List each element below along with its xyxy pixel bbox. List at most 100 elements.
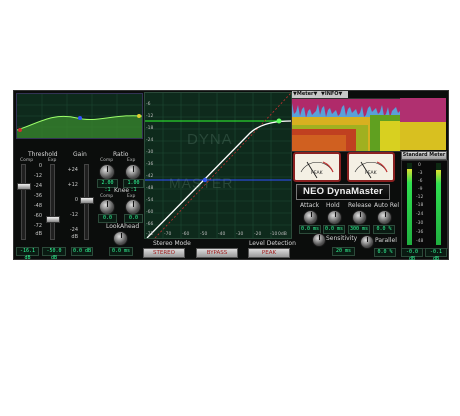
info-tab[interactable]: ▼INFO▼ [321, 91, 342, 97]
lookahead-knob[interactable] [113, 231, 128, 246]
level-detection-button[interactable]: PEAK [248, 248, 290, 258]
meter-tick: -3 [418, 171, 423, 176]
y-tick: -12 [146, 114, 154, 119]
release-knob[interactable] [352, 210, 367, 225]
ratio-exp-knob[interactable] [125, 164, 141, 180]
eq-curve-graph [17, 94, 142, 138]
attack-knob[interactable] [303, 210, 318, 225]
dynamaster-plugin-window: Threshold Gain Ratio Comp Exp 0 -12 -24 … [13, 90, 449, 262]
meter-tick: -48 [416, 239, 424, 244]
meter-tick: -36 [416, 230, 424, 235]
knee-label: Knee [114, 187, 130, 194]
scale-tick: dB [71, 234, 78, 240]
scale-tick: -24 [69, 227, 78, 233]
threshold-comp-readout[interactable]: -16.1 dB [16, 247, 39, 261]
eq-band-high-handle [137, 114, 141, 118]
threshold-comp-slider-handle[interactable] [17, 183, 31, 190]
scale-tick: 0 [74, 197, 78, 203]
threshold-label: Threshold [28, 151, 58, 158]
sidechain-eq-display[interactable] [16, 93, 143, 139]
knee-comp-knob[interactable] [99, 199, 115, 215]
scale-tick: +24 [67, 167, 78, 173]
bypass-button[interactable]: BYPASS [196, 248, 238, 258]
output-left-readout: -0.0 dB [401, 248, 423, 262]
scale-tick: 0 [38, 163, 42, 169]
y-tick: -54 [146, 198, 154, 203]
hold-readout[interactable]: 0.0 ms [323, 225, 345, 234]
scale-tick: +12 [67, 182, 78, 188]
meter-tab[interactable]: ▼Meter▼ [293, 91, 317, 97]
x-tick: -40 [218, 232, 226, 237]
sensitivity-knob[interactable] [312, 233, 326, 247]
vu-meter-left: PEAK [293, 152, 341, 182]
meter-tick: -30 [416, 221, 424, 226]
y-tick: -6 [146, 102, 151, 107]
release-readout[interactable]: 300 ms [348, 225, 370, 234]
threshold-comp-slider-track[interactable] [21, 164, 26, 240]
transfer-curve-display[interactable]: DYNA MASTER -6 -12 -18 -24 -30 -36 -42 -… [144, 92, 292, 239]
hold-knob[interactable] [327, 210, 342, 225]
sensitivity-readout[interactable]: 20 ms [332, 247, 355, 256]
y-tick: -60 [146, 210, 154, 215]
output-meter-right [436, 163, 441, 245]
y-tick: -42 [146, 174, 154, 179]
vu-left-dial [300, 161, 334, 179]
stereo-mode-button[interactable]: STEREO [143, 248, 185, 258]
scale-tick: -72 [33, 223, 42, 229]
scale-tick: -48 [33, 203, 42, 209]
meter-tick: -6 [418, 179, 423, 184]
lookahead-readout[interactable]: 0.0 ms [109, 247, 133, 256]
parallel-knob[interactable] [360, 235, 374, 249]
y-tick: -30 [146, 150, 154, 155]
watermark-bottom: MASTER [169, 175, 234, 191]
knee-comp-readout[interactable]: 0.0 [98, 214, 117, 223]
scale-tick: dB [35, 231, 42, 237]
threshold-exp-slider-track[interactable] [50, 164, 55, 240]
vu-left-label: PEAK [311, 171, 323, 176]
ratio-exp-label: Exp [127, 158, 136, 163]
y-tick: -48 [146, 186, 154, 191]
spectrum-history-graph [292, 103, 400, 151]
meter-tick: -18 [416, 203, 424, 208]
eq-band-low-handle [18, 128, 22, 132]
y-tick: -18 [146, 126, 154, 131]
knee-exp-readout[interactable]: 0.0 [124, 214, 143, 223]
scale-tick: -60 [33, 213, 42, 219]
level-detection-label: Level Detection [249, 240, 296, 247]
neo-dynamaster-logo: NEO DynaMaster [296, 184, 390, 200]
gain-readout[interactable]: 0.0 dB [71, 247, 93, 256]
output-meter-left [407, 163, 412, 245]
vu-right-label: PEAK [365, 171, 377, 176]
ratio-label: Ratio [113, 151, 129, 158]
gain-label: Gain [73, 151, 87, 158]
vu-meter-right: PEAK [347, 152, 395, 182]
parallel-label: Parallel [375, 237, 397, 244]
eq-band-mid-handle [78, 116, 82, 120]
x-tick: -50 [200, 232, 208, 237]
gain-slider-handle[interactable] [80, 197, 94, 204]
meter-tick: -12 [416, 195, 424, 200]
sensitivity-label: Sensitivity [326, 235, 358, 242]
standard-meter-button[interactable]: Standard Meter [401, 151, 447, 160]
x-tick: -20 [254, 232, 262, 237]
threshold-exp-slider-handle[interactable] [46, 216, 60, 223]
threshold-scale: 0 -12 -24 -36 -48 -60 -72 dB [28, 163, 42, 241]
meter-info-tabs: ▼Meter▼ ▼INFO▼ [292, 91, 348, 98]
parallel-readout[interactable]: 0.0 % [374, 248, 396, 257]
knee-exp-knob[interactable] [125, 199, 141, 215]
meter-tick: -9 [418, 187, 423, 192]
threshold-exp-readout[interactable]: -50.0 dB [42, 247, 66, 261]
hold-label: Hold [326, 202, 340, 209]
transfer-curve-graph [145, 93, 291, 238]
vu-right-dial [354, 161, 388, 179]
attack-label: Attack [300, 202, 320, 209]
scale-tick: -12 [69, 212, 78, 218]
output-meter-panel: 0 -3 -6 -9 -12 -18 -24 -30 -36 -48 [401, 160, 448, 249]
watermark-top: DYNA [187, 131, 233, 148]
compressor-threshold-handle [276, 118, 282, 124]
auto-release-readout[interactable]: 0.0 % [373, 225, 395, 234]
output-right-readout: -0.1 dB [425, 248, 447, 262]
ratio-comp-knob[interactable] [99, 164, 115, 180]
ratio-comp-label: Comp [100, 158, 114, 163]
auto-release-knob[interactable] [377, 210, 392, 225]
